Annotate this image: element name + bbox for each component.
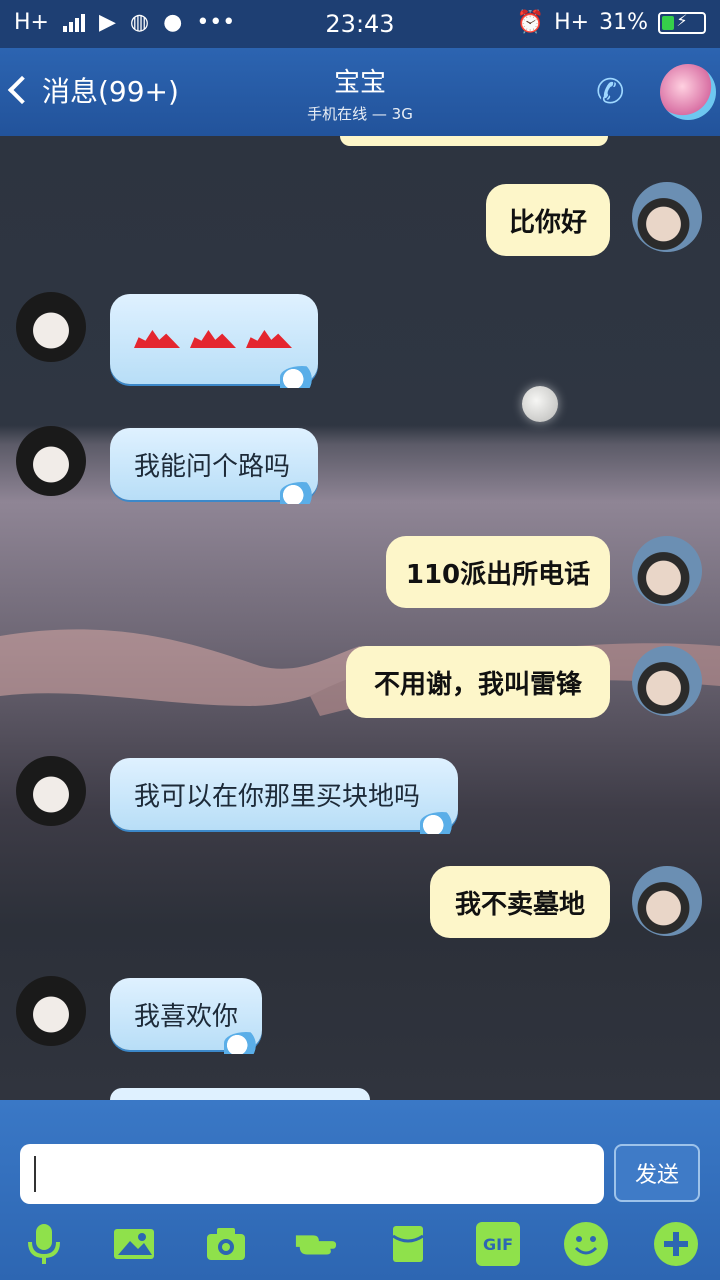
message-text: 我不卖墓地 — [454, 889, 585, 920]
back-button[interactable]: 消息(99+) — [7, 70, 179, 110]
red-packet-icon[interactable] — [386, 1222, 430, 1266]
message-text: 我能问个路吗 — [134, 451, 291, 482]
emoji-icon[interactable] — [564, 1222, 608, 1266]
message-bubble-incoming[interactable]: 我喜欢你 — [110, 978, 268, 1054]
partial-bubble-bottom — [110, 1088, 370, 1100]
contact-avatar[interactable] — [16, 426, 86, 496]
send-button[interactable]: 发送 — [614, 1144, 700, 1202]
wave-decoration — [280, 366, 324, 388]
profile-mascot-icon[interactable] — [660, 64, 716, 120]
message-text: 我可以在你那里买块地吗 — [134, 781, 421, 812]
contact-name: 宝宝 — [333, 68, 386, 98]
battery-percent: 31% — [599, 10, 648, 35]
contact-avatar[interactable] — [16, 756, 86, 826]
wave-decoration — [280, 482, 324, 504]
contact-title[interactable]: 宝宝 手机在线 — 3G — [200, 62, 520, 124]
my-avatar[interactable] — [632, 536, 702, 606]
red-lips-emoji-row — [134, 330, 292, 348]
message-bubble-outgoing[interactable]: 110派出所电话 — [386, 536, 610, 608]
alarm-icon: ⏰ — [516, 10, 545, 35]
picture-icon[interactable] — [112, 1222, 156, 1266]
message-text: 比你好 — [508, 207, 587, 238]
phone-icon[interactable]: ✆ — [596, 72, 625, 112]
contact-avatar[interactable] — [16, 976, 86, 1046]
message-text: 我喜欢你 — [134, 1001, 239, 1032]
message-bubble-outgoing[interactable]: 不用谢，我叫雷锋 — [346, 646, 610, 718]
wave-decoration — [420, 812, 464, 834]
status-bar: H+ ▶ ◍ ● ••• 23:43 ⏰ H+ 31% ⚡ — [0, 0, 720, 48]
moon-decoration — [522, 386, 558, 422]
plus-icon[interactable] — [654, 1222, 698, 1266]
my-avatar[interactable] — [632, 646, 702, 716]
message-bubble-outgoing[interactable]: 我不卖墓地 — [430, 866, 610, 938]
message-bubble-outgoing[interactable]: 比你好 — [486, 184, 610, 256]
message-text: 110派出所电话 — [405, 559, 591, 590]
message-input[interactable] — [20, 1144, 604, 1204]
camera-icon[interactable] — [204, 1222, 248, 1266]
gif-icon[interactable]: GIF — [476, 1222, 520, 1266]
status-right: ⏰ H+ 31% ⚡ — [517, 10, 706, 35]
message-bubble-incoming[interactable] — [110, 294, 324, 388]
message-composer: 发送 GIF — [0, 1100, 720, 1280]
poke-hand-icon[interactable] — [294, 1222, 338, 1266]
back-label: 消息(99+) — [42, 75, 179, 108]
partial-bubble-top — [340, 136, 608, 146]
network-type-right: H+ — [554, 10, 590, 35]
message-bubble-incoming[interactable]: 我能问个路吗 — [110, 428, 324, 504]
wave-decoration — [224, 1032, 268, 1054]
microphone-icon[interactable] — [22, 1222, 66, 1266]
contact-status: 手机在线 — 3G — [307, 105, 413, 123]
toolbar: GIF — [0, 1216, 720, 1276]
chat-header: 消息(99+) 宝宝 手机在线 — 3G ✆ — [0, 48, 720, 136]
my-avatar[interactable] — [632, 182, 702, 252]
message-bubble-incoming[interactable]: 我可以在你那里买块地吗 — [110, 758, 464, 834]
message-text: 不用谢，我叫雷锋 — [373, 669, 582, 700]
chat-area[interactable]: 比你好 我能问个路吗 110派出所电话 不用谢，我叫雷锋 我可以在你那里买块地吗… — [0, 136, 720, 1100]
chevron-left-icon — [7, 75, 37, 105]
battery-icon: ⚡ — [658, 10, 706, 34]
my-avatar[interactable] — [632, 866, 702, 936]
contact-avatar[interactable] — [16, 292, 86, 362]
text-caret — [34, 1156, 36, 1192]
charging-icon: ⚡ — [676, 10, 688, 30]
